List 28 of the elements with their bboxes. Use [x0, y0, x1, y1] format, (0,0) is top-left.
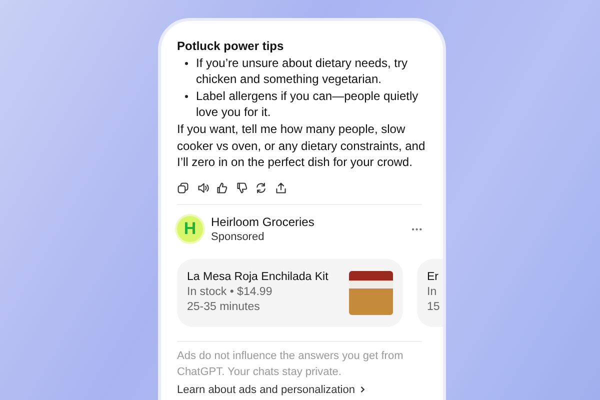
answer-heading: Potluck power tips	[177, 38, 285, 54]
share-icon[interactable]	[274, 182, 286, 194]
advertiser-logo: H	[177, 216, 203, 242]
bullet-dot-icon	[185, 62, 188, 65]
bullet-text: Label allergens if you can—people quietly love you for it.	[196, 88, 420, 120]
delivery-time: 15	[427, 300, 441, 315]
ads-info-link[interactable]: Learn about ads and personalization	[177, 382, 366, 398]
answer-paragraph: If you want, tell me how many people, slow cooker vs oven, or any dietary constraints, and I’ll zero in on the perfect dish for your crowd.	[177, 121, 426, 170]
copy-icon[interactable]	[177, 182, 189, 194]
sponsored-label: Sponsored	[211, 230, 266, 244]
product-photo-placeholder	[349, 270, 393, 314]
product-price: In	[427, 285, 438, 300]
product-card[interactable]: Er In 15	[417, 258, 443, 326]
thumbs-up-icon[interactable]	[216, 182, 228, 194]
bullet-dot-icon	[185, 95, 188, 98]
delivery-time: 25-35 minutes	[187, 300, 261, 315]
product-name: Er	[427, 270, 440, 285]
bullet-text: If you’re unsure about dietary needs, try chicken and something vegetarian.	[196, 55, 408, 87]
refresh-icon[interactable]	[255, 182, 267, 194]
product-name: La Mesa Roja Enchilada Kit	[187, 270, 330, 285]
advertiser-name: Heirloom Groceries	[211, 214, 316, 230]
thumbs-down-icon[interactable]	[236, 182, 248, 194]
more-options-button[interactable]: •••	[410, 224, 425, 234]
ads-disclaimer: Ads do not influence the answers you get from ChatGPT. Your chats stay private.	[177, 348, 404, 380]
product-price: In stock • $14.99	[187, 285, 274, 300]
chevron-right-icon	[358, 385, 366, 394]
product-card[interactable]: La Mesa Roja Enchilada Kit In stock • $14.99 25-35 minutes	[177, 258, 403, 326]
speaker-icon[interactable]	[196, 182, 208, 194]
